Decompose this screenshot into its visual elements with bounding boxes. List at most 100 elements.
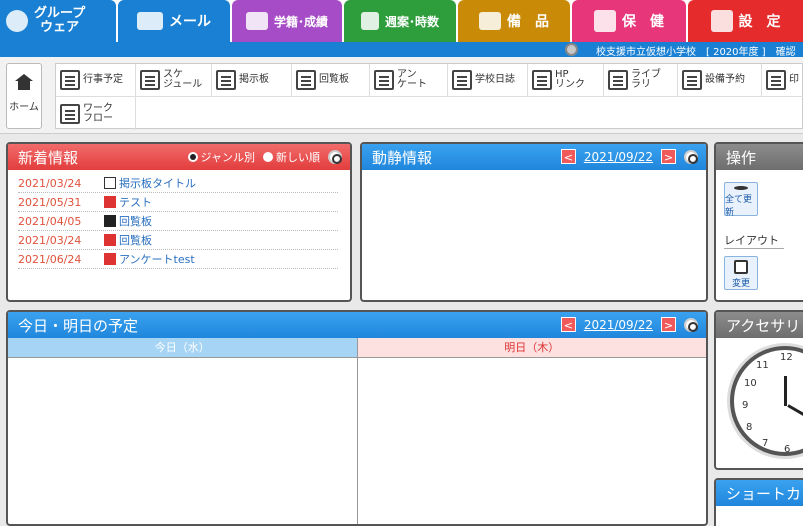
toolbar-item-print[interactable]: 印 bbox=[762, 64, 803, 97]
list-item[interactable]: 2021/03/24 掲示板タイトル bbox=[18, 174, 338, 193]
toolbar-item-setsubi[interactable]: 設備予約 bbox=[678, 64, 762, 97]
shortcut-title: ショートカ bbox=[726, 484, 802, 503]
tab-groupware-label: グループ ウェア bbox=[34, 6, 86, 35]
circular-icon bbox=[296, 70, 316, 90]
journal-icon bbox=[452, 70, 472, 90]
gear-icon[interactable] bbox=[565, 43, 578, 56]
accessory-title: アクセサリ bbox=[726, 316, 801, 335]
toolbar-item-nisshi[interactable]: 学校日誌 bbox=[448, 64, 528, 97]
accessory-header: アクセサリ bbox=[716, 312, 803, 338]
schedule-date-link[interactable]: 2021/09/22 bbox=[584, 318, 653, 332]
refresh-icon[interactable] bbox=[684, 317, 698, 332]
toolbar-item-kairanban[interactable]: 回覧板 bbox=[292, 64, 370, 97]
tab-mail-label: メール bbox=[169, 14, 211, 30]
toolbar: ホーム 行事予定 スケ ジュール 掲示板 回覧板 アン ケート 学校日誌 HP … bbox=[0, 57, 803, 134]
workflow-icon bbox=[60, 103, 80, 124]
tab-gakuseki[interactable]: 学籍･成績 bbox=[232, 0, 342, 42]
list-item[interactable]: 2021/04/05 回覧板 bbox=[18, 212, 338, 231]
shortcut-header: ショートカ bbox=[716, 480, 803, 506]
tab-mail[interactable]: メール bbox=[118, 0, 230, 42]
toolbar-grid: 行事予定 スケ ジュール 掲示板 回覧板 アン ケート 学校日誌 HP リンク … bbox=[55, 63, 803, 130]
tab-bihin[interactable]: 備 品 bbox=[458, 0, 570, 42]
tab-settei[interactable]: 設 定 bbox=[688, 0, 803, 42]
printer-icon bbox=[766, 70, 786, 90]
next-day-button[interactable]: > bbox=[661, 317, 676, 332]
clock-minute-hand bbox=[787, 404, 803, 429]
prev-day-button[interactable]: < bbox=[560, 317, 576, 332]
school-info: 校支援市立仮想小学校 [ 2020年度 ] 確認 bbox=[596, 47, 796, 58]
accessory-panel: アクセサリ 11 12 10 9 8 7 6 5 bbox=[714, 310, 803, 470]
schedule-panel: 今日・明日の予定 < 2021/09/22 > 今日（水） 明日（木） bbox=[6, 310, 708, 526]
schedule-tomorrow-column: 明日（木） bbox=[357, 338, 706, 524]
shortcut-panel: ショートカ bbox=[714, 478, 803, 526]
info-bar: 校支援市立仮想小学校 [ 2020年度 ] 確認 bbox=[0, 42, 803, 58]
news-panel: 新着情報 ジャンル別 新しい順 2021/03/24 掲示板タイトル 2021/0… bbox=[6, 142, 352, 302]
status-header: 動静情報 < 2021/09/22 > bbox=[362, 144, 706, 170]
refresh-all-button[interactable]: 全て更新 bbox=[724, 182, 758, 218]
layout-label: レイアウト bbox=[724, 234, 779, 247]
schedule-tomorrow-heading: 明日（木） bbox=[357, 338, 706, 358]
clock-hour-hand bbox=[784, 376, 787, 406]
edit-icon bbox=[734, 260, 748, 274]
radio-newest[interactable]: 新しい順 bbox=[263, 149, 320, 165]
refresh-icon[interactable] bbox=[328, 150, 342, 164]
operation-header: 操作 bbox=[716, 144, 803, 170]
people-icon bbox=[594, 10, 616, 32]
list-item[interactable]: 2021/03/24 回覧板 bbox=[18, 231, 338, 250]
status-date-nav: < 2021/09/22 > bbox=[560, 149, 698, 164]
bulletin-icon bbox=[104, 177, 116, 189]
schedule-icon bbox=[140, 70, 160, 90]
clock-icon: 11 12 10 9 8 7 6 5 bbox=[730, 346, 803, 456]
schedule-header: 今日・明日の予定 < 2021/09/22 > bbox=[8, 312, 706, 338]
toolbar-item-keijiban[interactable]: 掲示板 bbox=[212, 64, 292, 97]
prev-day-button[interactable]: < bbox=[560, 149, 576, 164]
tab-shuan[interactable]: 週案･時数 bbox=[344, 0, 456, 42]
library-icon bbox=[608, 70, 628, 90]
radio-genre[interactable]: ジャンル別 bbox=[187, 149, 255, 165]
toolbar-item-enquete[interactable]: アン ケート bbox=[370, 64, 448, 97]
survey-icon bbox=[374, 70, 394, 90]
tab-hoken-label: 保 健 bbox=[622, 14, 664, 30]
radio-unchecked-icon bbox=[263, 152, 273, 162]
tab-settei-label: 設 定 bbox=[738, 14, 781, 30]
pencil-icon bbox=[245, 12, 268, 30]
schedule-columns: 今日（水） 明日（木） bbox=[8, 338, 706, 524]
tab-groupware[interactable]: グループ ウェア bbox=[0, 0, 116, 42]
groupware-icon bbox=[6, 10, 28, 32]
toolbar-item-library[interactable]: ライブ ラリ bbox=[604, 64, 678, 97]
operation-panel: 操作 全て更新 レイアウト 変更 bbox=[714, 142, 803, 302]
refresh-icon[interactable] bbox=[684, 149, 698, 164]
operation-title: 操作 bbox=[726, 148, 757, 167]
monitor-icon bbox=[479, 12, 501, 30]
toolbar-item-gyoji[interactable]: 行事予定 bbox=[56, 64, 136, 97]
status-date-link[interactable]: 2021/09/22 bbox=[584, 150, 653, 164]
toolbar-empty-row bbox=[136, 97, 803, 130]
notebook-icon bbox=[104, 196, 116, 208]
toolbar-item-hplink[interactable]: HP リンク bbox=[528, 64, 604, 97]
next-day-button[interactable]: > bbox=[661, 149, 676, 164]
list-item[interactable]: 2021/05/31 テスト bbox=[18, 193, 338, 212]
home-icon bbox=[15, 73, 33, 94]
divider bbox=[724, 248, 784, 249]
toolbar-item-schedule[interactable]: スケ ジュール bbox=[136, 64, 212, 97]
home-label: ホーム bbox=[9, 101, 39, 113]
news-list: 2021/03/24 掲示板タイトル 2021/05/31 テスト 2021/04/… bbox=[8, 170, 350, 273]
tab-gakuseki-label: 学籍･成績 bbox=[273, 14, 328, 29]
reservation-icon bbox=[682, 70, 702, 90]
envelope-icon bbox=[137, 12, 163, 30]
home-button[interactable]: ホーム bbox=[6, 63, 42, 129]
bulletin-icon bbox=[216, 70, 236, 90]
news-sort-options: ジャンル別 新しい順 bbox=[180, 149, 342, 165]
tab-hoken[interactable]: 保 健 bbox=[572, 0, 686, 42]
tools-icon bbox=[710, 10, 733, 32]
top-navigation: グループ ウェア メール 学籍･成績 週案･時数 備 品 保 健 設 定 bbox=[0, 0, 803, 42]
list-item[interactable]: 2021/06/24 アンケートtest bbox=[18, 250, 338, 269]
schedule-today-column: 今日（水） bbox=[8, 338, 358, 524]
tab-bihin-label: 備 品 bbox=[507, 14, 549, 30]
toolbar-item-workflow[interactable]: ワーク フロー bbox=[56, 97, 136, 130]
schedule-today-heading: 今日（水） bbox=[8, 338, 357, 358]
news-title: 新着情報 bbox=[18, 148, 79, 167]
news-header: 新着情報 ジャンル別 新しい順 bbox=[8, 144, 350, 170]
change-layout-button[interactable]: 変更 bbox=[724, 256, 758, 290]
survey-icon bbox=[104, 253, 116, 265]
